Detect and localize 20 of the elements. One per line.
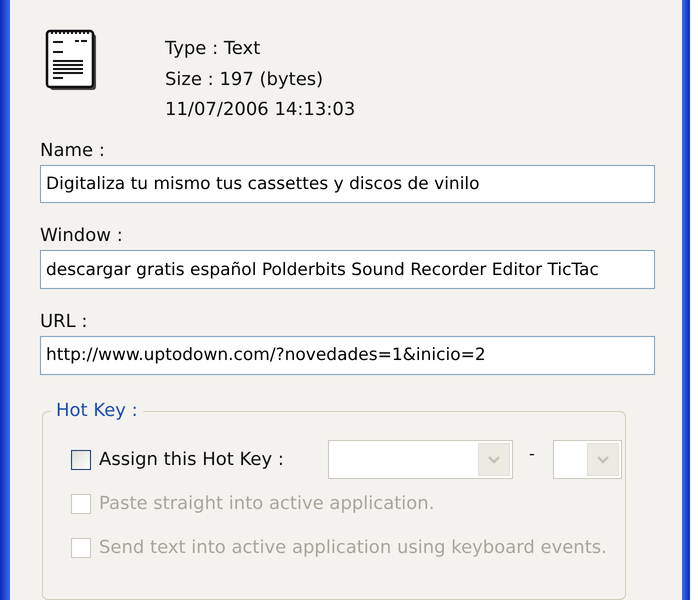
key-dropdown[interactable] bbox=[328, 440, 513, 480]
group-title: Hot Key : bbox=[51, 400, 143, 421]
file-date: 11/07/2006 14:13:03 bbox=[165, 98, 356, 122]
file-type: Type : Text bbox=[165, 37, 262, 61]
checkbox[interactable] bbox=[71, 450, 91, 470]
checkbox-label: Send text into active application using keyboard events. bbox=[99, 537, 607, 558]
field-label: Window : bbox=[40, 225, 124, 246]
file-size: Size : 197 (bytes) bbox=[165, 68, 324, 92]
checkbox-label: Paste straight into active application. bbox=[99, 493, 434, 514]
notepad-icon bbox=[45, 28, 99, 92]
text-field[interactable]: descargar gratis español Polderbits Sound Recorder Editor TicTac bbox=[40, 250, 655, 290]
text-field[interactable]: Digitaliza tu mismo tus cassettes y discos de vinilo bbox=[40, 164, 655, 204]
chevron-down-icon bbox=[486, 454, 501, 465]
chevron-down-icon bbox=[596, 454, 610, 465]
field-label: Name : bbox=[40, 140, 106, 160]
field-label: URL : bbox=[40, 311, 88, 332]
separator-text: - bbox=[528, 444, 535, 463]
checkbox-label: Assign this Hot Key : bbox=[99, 449, 284, 470]
text-field[interactable]: http://www.uptodown.com/?novedades=1&inicio=2 bbox=[40, 336, 655, 375]
key-dropdown[interactable] bbox=[552, 440, 622, 480]
